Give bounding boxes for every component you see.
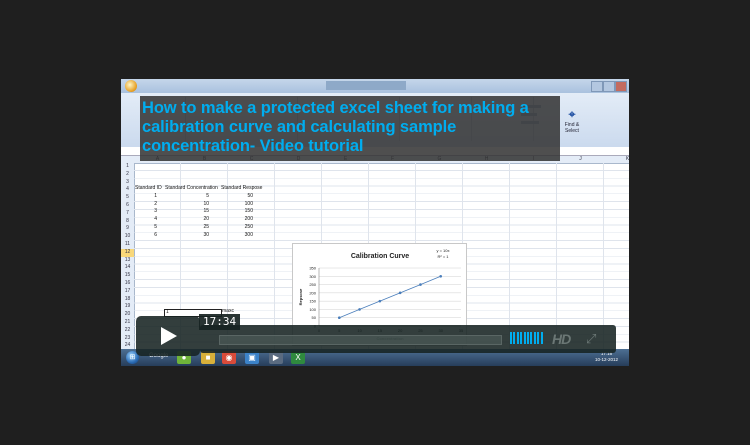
data-point[interactable]	[398, 291, 402, 295]
play-button[interactable]	[136, 316, 200, 356]
data-point[interactable]	[419, 283, 422, 286]
row-headers: 1234567891011121314151617181920212223242…	[121, 163, 135, 363]
row-header-1[interactable]: 1	[121, 163, 134, 171]
row-header-5[interactable]: 5	[121, 194, 134, 202]
row-header-18[interactable]: 18	[121, 296, 134, 304]
excel-title-bar	[121, 79, 629, 93]
data-point[interactable]	[337, 316, 341, 320]
table-cell-conc[interactable]: 30	[189, 232, 209, 240]
table-cell-id[interactable]: 1	[137, 193, 157, 201]
row-header-14[interactable]: 14	[121, 264, 134, 272]
volume-bar[interactable]	[523, 332, 526, 344]
row-header-17[interactable]: 17	[121, 288, 134, 296]
row-header-21[interactable]: 21	[121, 319, 134, 327]
table-cell-conc[interactable]: 20	[189, 216, 209, 224]
office-button[interactable]	[125, 80, 137, 92]
table-cell-id[interactable]: 4	[137, 216, 157, 224]
maximize-button[interactable]	[603, 81, 615, 92]
row-header-22[interactable]: 22	[121, 327, 134, 335]
header-standard-response[interactable]: Standard Respose	[221, 185, 262, 193]
column-header-j[interactable]: J	[557, 156, 604, 163]
row-header-6[interactable]: 6	[121, 202, 134, 210]
row-header-20[interactable]: 20	[121, 311, 134, 319]
table-cell-conc[interactable]: 15	[189, 208, 209, 216]
chart-title: Calibration Curve	[351, 253, 409, 260]
row-header-19[interactable]: 19	[121, 303, 134, 311]
y-tick-label: 50	[312, 315, 317, 320]
row-header-13[interactable]: 13	[121, 257, 134, 265]
row-header-10[interactable]: 10	[121, 233, 134, 241]
minimize-button[interactable]	[591, 81, 603, 92]
row-header-8[interactable]: 8	[121, 218, 134, 226]
row-header-7[interactable]: 7	[121, 210, 134, 218]
clock-date: 10-12-2012	[595, 357, 619, 362]
window-title	[326, 81, 406, 90]
row-header-4[interactable]: 4	[121, 186, 134, 194]
row-header-11[interactable]: 11	[121, 241, 134, 249]
y-tick-label: 250	[309, 282, 316, 287]
r-squared-label: R² = 1	[437, 254, 449, 259]
table-cell-resp[interactable]: 250	[233, 224, 253, 232]
column-header-k[interactable]: K	[604, 156, 629, 163]
table-cell-resp[interactable]: 150	[233, 208, 253, 216]
volume-bar[interactable]	[520, 332, 523, 344]
volume-bar[interactable]	[510, 332, 512, 344]
find-select-button[interactable]: ⌖ Find & Select	[561, 108, 583, 138]
row-header-16[interactable]: 16	[121, 280, 134, 288]
y-tick-label: 150	[309, 299, 316, 304]
table-cell-id[interactable]: 3	[137, 208, 157, 216]
table-cell-resp[interactable]: 100	[233, 201, 253, 209]
row-header-15[interactable]: 15	[121, 272, 134, 280]
table-cell-resp[interactable]: 200	[233, 216, 253, 224]
data-point[interactable]	[378, 299, 382, 303]
row-header-2[interactable]: 2	[121, 171, 134, 179]
table-cell-resp[interactable]: 300	[233, 232, 253, 240]
data-point[interactable]	[358, 308, 361, 311]
hd-toggle[interactable]: HD	[552, 331, 571, 347]
row-header-3[interactable]: 3	[121, 179, 134, 187]
play-icon	[161, 327, 177, 345]
volume-bar[interactable]	[537, 332, 540, 344]
video-title-overlay[interactable]: How to make a protected excel sheet for …	[140, 96, 560, 161]
table-cell-conc[interactable]: 25	[189, 224, 209, 232]
find-select-label: Find & Select	[564, 122, 580, 134]
volume-bar[interactable]	[516, 332, 519, 344]
close-button[interactable]	[615, 81, 627, 92]
y-tick-label: 300	[309, 274, 316, 279]
table-cell-conc[interactable]: 10	[189, 201, 209, 209]
volume-bar[interactable]	[527, 332, 529, 344]
data-point[interactable]	[439, 274, 443, 278]
y-tick-label: 100	[309, 307, 316, 312]
table-cell-resp[interactable]: 50	[233, 193, 253, 201]
volume-control[interactable]	[510, 332, 544, 344]
row-header-23[interactable]: 23	[121, 335, 134, 343]
volume-bar[interactable]	[533, 332, 536, 344]
y-tick-label: 200	[309, 290, 316, 295]
table-cell-id[interactable]: 6	[137, 232, 157, 240]
video-duration: 17:34	[199, 314, 241, 330]
trendline-equation: y = 10x	[436, 248, 449, 253]
series-line	[339, 275, 441, 319]
y-axis-label: Repsose	[298, 288, 303, 305]
volume-bar[interactable]	[540, 332, 543, 344]
video-title[interactable]: How to make a protected excel sheet for …	[142, 99, 552, 156]
fullscreen-icon[interactable]: ⤢	[586, 332, 598, 345]
header-standard-concentration[interactable]: Standard Concentration	[165, 185, 218, 193]
table-cell-id[interactable]: 2	[137, 201, 157, 209]
table-cell-id[interactable]: 5	[137, 224, 157, 232]
header-standard-id[interactable]: Standard ID	[135, 185, 162, 193]
table-cell-conc[interactable]: 5	[189, 193, 209, 201]
binoculars-icon: ⌖	[568, 107, 576, 121]
volume-bar[interactable]	[530, 332, 533, 344]
row-header-12[interactable]: 12	[121, 248, 134, 257]
volume-bar[interactable]	[513, 332, 516, 344]
progress-bar[interactable]	[219, 335, 502, 345]
y-tick-label: 350	[309, 266, 316, 271]
row-header-9[interactable]: 9	[121, 225, 134, 233]
